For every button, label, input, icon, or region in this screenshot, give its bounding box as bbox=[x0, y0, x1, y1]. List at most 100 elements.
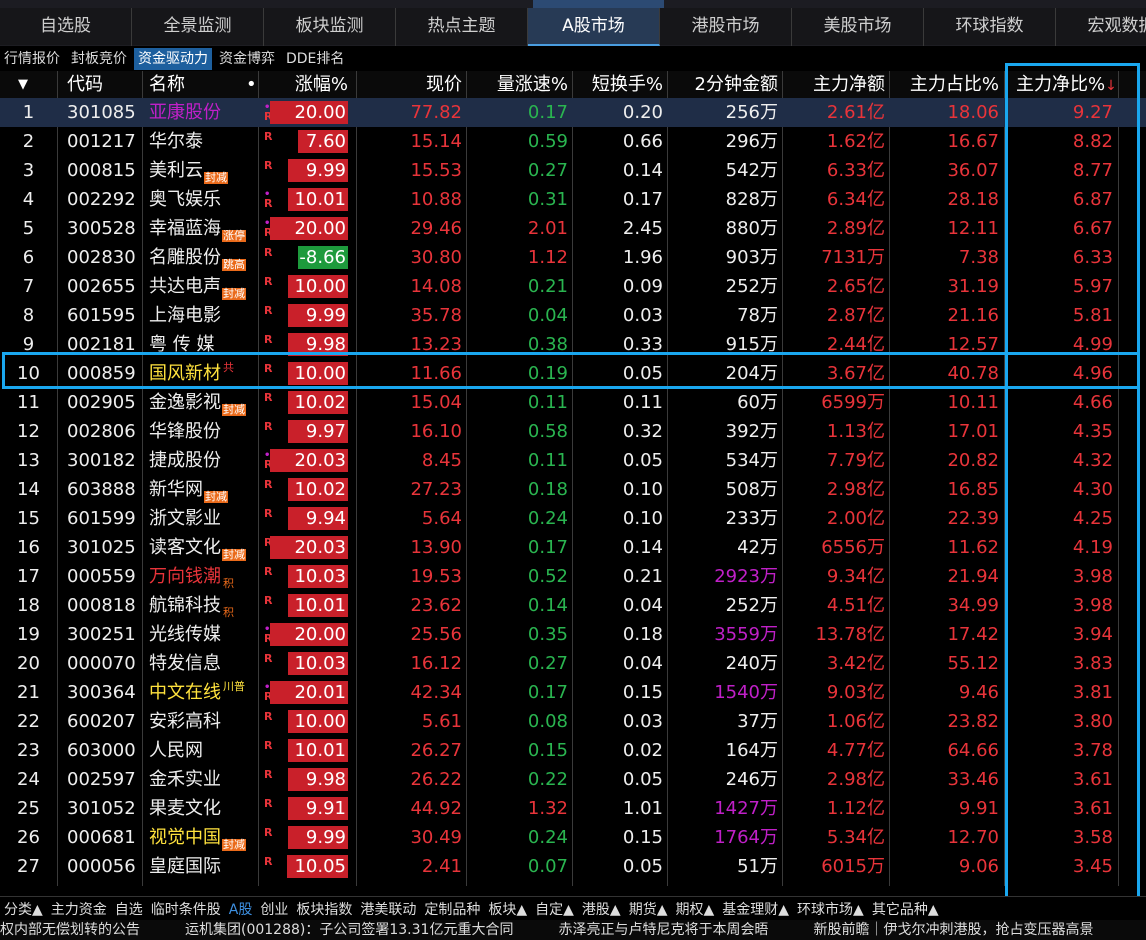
price-value: 14.08 bbox=[410, 276, 462, 297]
table-row[interactable]: 19 300251 光线传媒 • R 20.00 25.56 0.35 0.18 3559万 13.… bbox=[0, 620, 1146, 649]
change-box: 20.03 bbox=[270, 536, 348, 559]
bottom-tab[interactable]: 期货▲ bbox=[625, 899, 672, 919]
table-row[interactable]: 8 601595 上海电影 R 9.99 35.78 0.04 0.03 78万 2.87亿 21.… bbox=[0, 301, 1146, 330]
tab-item[interactable]: 环球指数 bbox=[924, 8, 1056, 46]
main-ratio-value: 22.39 bbox=[947, 508, 999, 529]
table-row[interactable]: 14 603888 新华网 封减 R 10.02 27.23 0.18 0.10 508万 2.98… bbox=[0, 475, 1146, 504]
net-amount-value: 3.67亿 bbox=[826, 363, 885, 384]
row-index: 27 bbox=[17, 856, 40, 877]
table-row[interactable]: 27 000056 皇庭国际 R 10.05 2.41 0.07 0.05 51万 6015万 9.… bbox=[0, 852, 1146, 881]
table-row[interactable]: 5 300528 幸福蓝海 涨停 • R 20.00 29.46 2.01 2.45 880万 2.8… bbox=[0, 214, 1146, 243]
table-row[interactable]: 12 002806 华锋股份 R 9.97 16.10 0.58 0.32 392万 1.13亿 1… bbox=[0, 417, 1146, 446]
ticker-item[interactable]: 赤泽亮正与卢特尼克将于本周会晤 bbox=[558, 922, 768, 938]
bottom-tab[interactable]: 分类▲ bbox=[0, 899, 47, 919]
subtab-item[interactable]: 封板竞价 bbox=[67, 48, 131, 70]
table-row[interactable]: 10 000859 国风新材共 R 10.00 11.66 0.19 0.05 204万 3.67… bbox=[0, 359, 1146, 388]
main-ratio-value: 9.46 bbox=[958, 682, 999, 703]
col-header-chg[interactable]: 涨幅% bbox=[270, 71, 348, 98]
turnover-value: 0.33 bbox=[622, 334, 663, 355]
table-row[interactable]: 25 301052 果麦文化 R 9.91 44.92 1.32 1.01 1427万 1.12亿… bbox=[0, 794, 1146, 823]
subtab-item[interactable]: 行情报价 bbox=[0, 48, 64, 70]
table-row[interactable]: 13 300182 捷成股份 • R 20.03 8.45 0.11 0.05 534万 7.79亿… bbox=[0, 446, 1146, 475]
col-header-amt[interactable]: 2分钟金额 bbox=[671, 71, 778, 98]
turnover-value: 0.17 bbox=[622, 189, 663, 210]
active-strip-marker bbox=[533, 0, 664, 8]
bottom-tab[interactable]: 定制品种 bbox=[420, 899, 484, 919]
tab-item[interactable]: 热点主题 bbox=[396, 8, 528, 46]
bottom-tab[interactable]: 创业 bbox=[256, 899, 292, 919]
table-row[interactable]: 20 000070 特发信息 R 10.03 16.12 0.27 0.04 240万 3.42亿… bbox=[0, 649, 1146, 678]
bottom-tab[interactable]: 自选 bbox=[111, 899, 147, 919]
change-box: 9.98 bbox=[270, 333, 348, 356]
subtab-item[interactable]: 资金博弈 bbox=[215, 48, 279, 70]
table-row[interactable]: 16 301025 读客文化 封减 R 20.03 13.90 0.17 0.14 42万 6556… bbox=[0, 533, 1146, 562]
tab-item[interactable]: 港股市场 bbox=[660, 8, 792, 46]
bottom-tab[interactable]: 其它品种▲ bbox=[868, 899, 943, 919]
table-row[interactable]: 3 000815 美利云 封减 R 9.99 15.53 0.27 0.14 542万 6.33亿 3… bbox=[0, 156, 1146, 185]
col-header-name[interactable]: 名称 bbox=[149, 71, 185, 98]
table-row[interactable]: 15 601599 浙文影业 R 9.94 5.64 0.24 0.10 233万 2.00亿 22… bbox=[0, 504, 1146, 533]
bottom-tab[interactable]: 期权▲ bbox=[671, 899, 718, 919]
table-row[interactable]: 26 000681 视觉中国 封减 R 9.99 30.49 0.24 0.15 1764万 5.3… bbox=[0, 823, 1146, 852]
bottom-tab[interactable]: 港美联动 bbox=[356, 899, 420, 919]
tab-item[interactable]: 全景监测 bbox=[132, 8, 264, 46]
table-row[interactable]: 21 300364 中文在线 川普 • R 20.01 42.34 0.17 0.15 1540万 9… bbox=[0, 678, 1146, 707]
table-row[interactable]: 18 000818 航锦科技积 R 10.01 23.62 0.14 0.04 252万 4.51… bbox=[0, 591, 1146, 620]
change-box: 20.00 bbox=[270, 623, 348, 646]
speed-value: 0.14 bbox=[527, 595, 568, 616]
tab-item[interactable]: A股市场 bbox=[528, 8, 660, 46]
net-ratio-value: 4.96 bbox=[1072, 363, 1113, 384]
table-row[interactable]: 6 002830 名雕股份 跳高 R -8.66 30.80 1.12 1.96 903万 7131… bbox=[0, 243, 1146, 272]
tab-item[interactable]: 板块监测 bbox=[264, 8, 396, 46]
tab-item[interactable]: 自选股 bbox=[0, 8, 132, 46]
col-header-net[interactable]: 主力净额 bbox=[786, 71, 885, 98]
col-header-code[interactable]: 代码 bbox=[67, 71, 103, 98]
stock-tag-badge: 封减 bbox=[204, 171, 228, 184]
table-row[interactable]: 17 000559 万向钱潮积 R 10.03 19.53 0.52 0.21 2923万 9.3… bbox=[0, 562, 1146, 591]
col-header-turnover[interactable]: 短换手% bbox=[576, 71, 663, 98]
subtab-item[interactable]: 资金驱动力 bbox=[134, 48, 212, 70]
table-row[interactable]: 7 002655 共达电声 封减 R 10.00 14.08 0.21 0.09 252万 2.65… bbox=[0, 272, 1146, 301]
net-amount-value: 2.98亿 bbox=[826, 479, 885, 500]
bottom-tab[interactable]: 主力资金 bbox=[47, 899, 111, 919]
bottom-tab[interactable]: 板块▲ bbox=[484, 899, 531, 919]
bottom-tab[interactable]: 环球市场▲ bbox=[793, 899, 868, 919]
col-header-ratio[interactable]: 主力占比% bbox=[893, 71, 999, 98]
table-row[interactable]: 9 002181 粤 传 媒 R 9.98 13.23 0.38 0.33 915万 2.44亿 1… bbox=[0, 330, 1146, 359]
sort-toggle-icon[interactable]: ▼ bbox=[18, 71, 28, 98]
change-value: 20.03 bbox=[294, 450, 346, 471]
news-ticker: 权内部无偿划转的公告 运机集团(001288)：子公司签署13.31亿元重大合同 赤… bbox=[0, 920, 1146, 940]
bottom-tab[interactable]: 临时条件股 bbox=[147, 899, 225, 919]
table-row[interactable]: 24 002597 金禾实业 R 9.98 26.22 0.22 0.05 246万 2.98亿 3… bbox=[0, 765, 1146, 794]
bottom-tab[interactable]: 港股▲ bbox=[578, 899, 625, 919]
price-value: 16.10 bbox=[410, 421, 462, 442]
col-header-price[interactable]: 现价 bbox=[360, 71, 462, 98]
col-header-netratio[interactable]: 主力净比%↓ bbox=[1016, 71, 1117, 98]
ticker-item[interactable]: 运机集团(001288)：子公司签署13.31亿元重大合同 bbox=[185, 922, 513, 938]
table-row[interactable]: 22 600207 安彩高科 R 10.00 5.61 0.08 0.03 37万 1.06亿 23… bbox=[0, 707, 1146, 736]
net-ratio-value: 3.98 bbox=[1072, 566, 1113, 587]
tab-item[interactable]: 宏观数据 bbox=[1056, 8, 1146, 46]
subtab-item[interactable]: DDE排名 bbox=[282, 48, 348, 70]
table-row[interactable]: 23 603000 人民网 R 10.01 26.27 0.15 0.02 164万 4.77亿 6… bbox=[0, 736, 1146, 765]
stock-name: 上海电影 bbox=[149, 305, 221, 326]
table-row[interactable]: 11 002905 金逸影视 封减 R 10.02 15.04 0.11 0.11 60万 6599… bbox=[0, 388, 1146, 417]
stock-name: 金禾实业 bbox=[149, 769, 221, 790]
amount-value: 51万 bbox=[737, 856, 778, 877]
bottom-tab[interactable]: 基金理财▲ bbox=[718, 899, 793, 919]
col-header-speed[interactable]: 量涨速% bbox=[470, 71, 568, 98]
change-value: 20.01 bbox=[294, 682, 346, 703]
tab-item[interactable]: 美股市场 bbox=[792, 8, 924, 46]
table-row[interactable]: 2 001217 华尔泰 R 7.60 15.14 0.59 0.66 296万 1.62亿 16.… bbox=[0, 127, 1146, 156]
table-row[interactable]: 4 002292 奥飞娱乐 • R 10.01 10.88 0.31 0.17 828万 6.34亿… bbox=[0, 185, 1146, 214]
amount-value: 915万 bbox=[725, 334, 778, 355]
bottom-tab[interactable]: 板块指数 bbox=[292, 899, 356, 919]
net-amount-value: 2.89亿 bbox=[826, 218, 885, 239]
stock-name: 金逸影视 封减 bbox=[149, 392, 246, 416]
table-row[interactable]: 1 301085 亚康股份 • R 20.00 77.82 0.17 0.20 256万 2.61亿… bbox=[0, 98, 1146, 127]
stock-name: 浙文影业 bbox=[149, 508, 221, 529]
ticker-item[interactable]: 权内部无偿划转的公告 bbox=[0, 922, 140, 938]
bottom-tab[interactable]: 自定▲ bbox=[531, 899, 578, 919]
bottom-tab[interactable]: A股 bbox=[225, 899, 257, 919]
ticker-item[interactable]: 新股前瞻｜伊戈尔冲刺港股，抢占变压器高景 bbox=[813, 922, 1093, 938]
